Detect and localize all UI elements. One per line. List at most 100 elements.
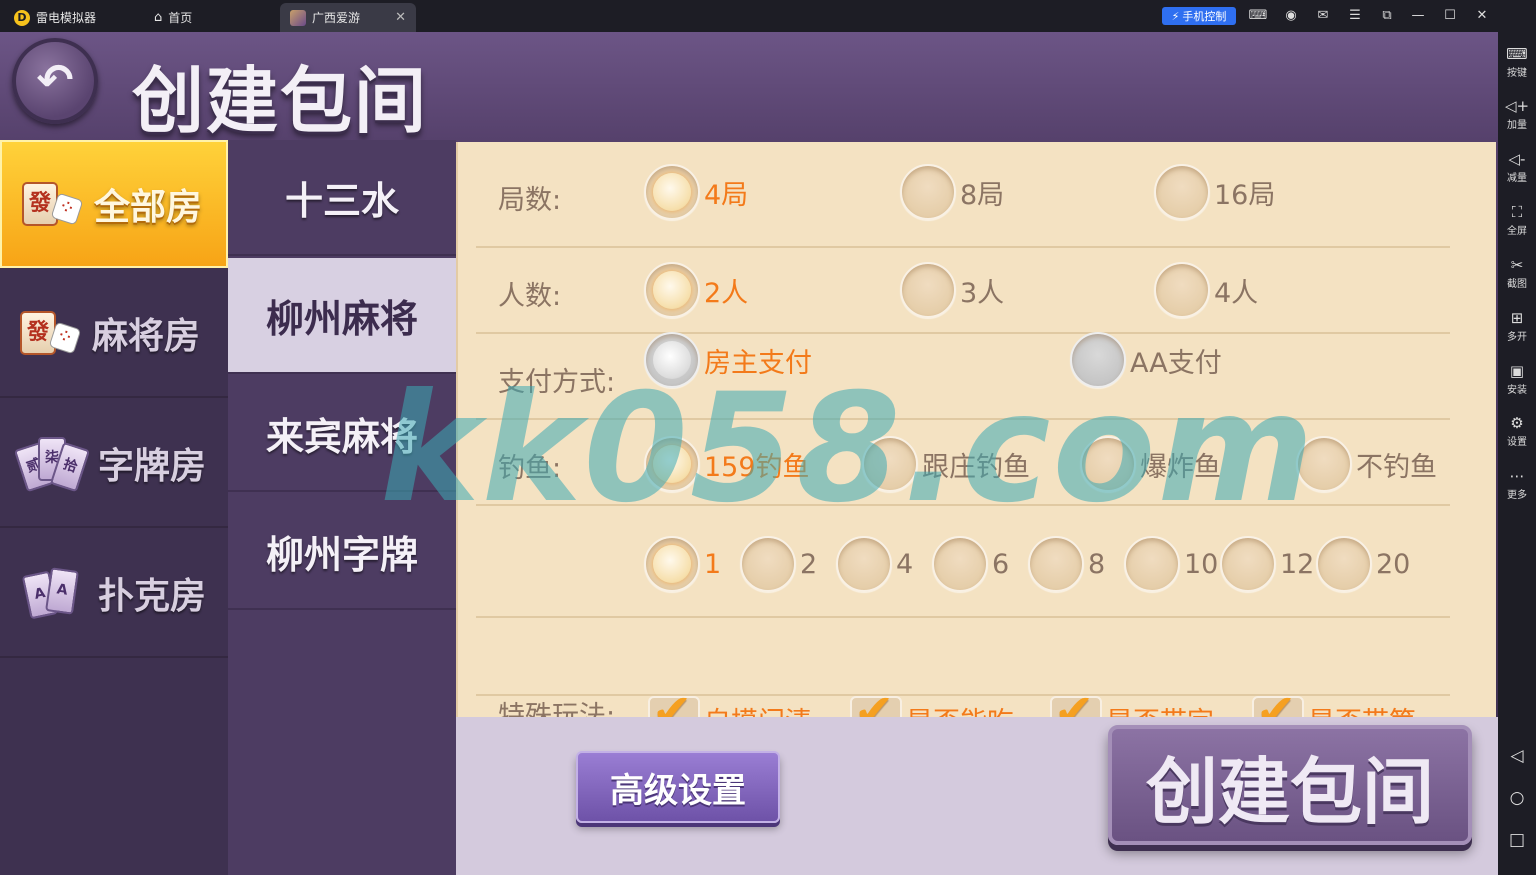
tab-game[interactable]: 广西爱游 ✕	[280, 3, 416, 32]
emulator-app-name: 雷电模拟器	[36, 11, 97, 25]
payment-option-host[interactable]: 房主支付	[644, 332, 812, 388]
more-icon: ⋯	[1509, 467, 1525, 485]
game-mode-list: 十三水 柳州麻将 来宾麻将 柳州字牌	[228, 140, 456, 875]
radio-unselected[interactable]	[932, 536, 988, 592]
tab-home-label: 首页	[168, 11, 193, 25]
category-all-rooms[interactable]: 發 全部房	[0, 140, 228, 268]
room-options-panel: 局数: 4局 8局 16局 人数: 2人 3人 4人 支付方式: 房主支付 AA…	[456, 142, 1496, 742]
radio-unselected[interactable]	[1154, 262, 1210, 318]
category-mahjong-rooms[interactable]: 發 麻将房	[0, 270, 228, 398]
scissors-icon: ✂	[1510, 256, 1524, 274]
fishing-row: 钓鱼: 159钓鱼 跟庄钓鱼 爆炸鱼 不钓鱼	[476, 422, 1450, 506]
keyboard-icon: ⌨	[1506, 45, 1528, 63]
radio-unselected[interactable]	[1070, 332, 1126, 388]
fish-count-option[interactable]: 6	[932, 536, 1009, 592]
restore-window-icon[interactable]: ⧉	[1377, 6, 1397, 26]
apk-icon: ▣	[1509, 362, 1525, 380]
fishing-option-159[interactable]: 159钓鱼	[644, 436, 810, 492]
mode-liuzhou-zipai[interactable]: 柳州字牌	[228, 494, 456, 610]
rounds-label: 局数:	[498, 185, 562, 216]
radio-unselected[interactable]	[862, 436, 918, 492]
players-option-2[interactable]: 2人	[644, 262, 748, 318]
fish-count-option[interactable]: 12	[1220, 536, 1314, 592]
radio-selected[interactable]	[644, 536, 700, 592]
fish-count-option[interactable]: 8	[1028, 536, 1105, 592]
sidebar-item-screenshot[interactable]: ✂ 截图	[1498, 255, 1536, 290]
phone-control-button[interactable]: ⚡ 手机控制	[1162, 7, 1236, 25]
fishing-label: 钓鱼:	[498, 453, 562, 484]
sidebar-item-volume-down[interactable]: ◁- 减量	[1498, 149, 1536, 184]
fish-count-option[interactable]: 2	[740, 536, 817, 592]
radio-unselected[interactable]	[836, 536, 892, 592]
radio-selected[interactable]	[644, 436, 700, 492]
radio-selected[interactable]	[644, 164, 700, 220]
rounds-row: 局数: 4局 8局 16局	[476, 142, 1450, 248]
nav-home-icon[interactable]: ○	[1498, 788, 1536, 808]
radio-selected[interactable]	[644, 262, 700, 318]
rounds-option-4[interactable]: 4局	[644, 164, 748, 220]
sidebar-item-more[interactable]: ⋯ 更多	[1498, 466, 1536, 501]
nav-recents-icon[interactable]: □	[1498, 830, 1536, 850]
nav-back-icon[interactable]: ◁	[1498, 746, 1536, 766]
user-icon[interactable]: ◉	[1281, 6, 1301, 26]
sidebar-item-settings[interactable]: ⚙ 设置	[1498, 413, 1536, 448]
gamepad-icon[interactable]: ⌨	[1248, 6, 1268, 26]
category-zipai-rooms[interactable]: 贰 柒 拾 字牌房	[0, 400, 228, 528]
sidebar-item-fullscreen[interactable]: ⛶ 全屏	[1498, 202, 1536, 237]
tab-home[interactable]: ⌂ 首页	[144, 3, 274, 32]
close-window-icon[interactable]: ✕	[1472, 6, 1492, 26]
mahjong-tile-icon: 發	[20, 309, 82, 357]
menu-icon[interactable]: ☰	[1345, 6, 1365, 26]
mode-laibin-mahjong[interactable]: 来宾麻将	[228, 376, 456, 492]
mode-shisanshui[interactable]: 十三水	[228, 140, 456, 256]
category-label: 全部房	[94, 187, 203, 228]
radio-unselected[interactable]	[1080, 436, 1136, 492]
sidebar-item-keys[interactable]: ⌨ 按键	[1498, 44, 1536, 79]
players-option-4[interactable]: 4人	[1154, 262, 1258, 318]
radio-unselected[interactable]	[1154, 164, 1210, 220]
payment-option-aa[interactable]: AA支付	[1070, 332, 1222, 388]
back-button[interactable]: ↶	[12, 38, 98, 124]
radio-unselected[interactable]	[1220, 536, 1276, 592]
emulator-app-tab[interactable]: D 雷电模拟器	[4, 3, 140, 32]
radio-unselected[interactable]	[1296, 436, 1352, 492]
players-row: 人数: 2人 3人 4人	[476, 250, 1450, 334]
advanced-settings-button[interactable]: 高级设置	[576, 751, 780, 823]
fish-count-option[interactable]: 10	[1124, 536, 1218, 592]
sidebar-item-multi[interactable]: ⊞ 多开	[1498, 308, 1536, 343]
payment-row: 支付方式: 房主支付 AA支付	[476, 332, 1450, 420]
fish-count-option[interactable]: 4	[836, 536, 913, 592]
radio-selected[interactable]	[644, 332, 700, 388]
create-room-button[interactable]: 创建包间	[1108, 725, 1472, 845]
radio-unselected[interactable]	[740, 536, 796, 592]
fishing-option-follow-banker[interactable]: 跟庄钓鱼	[862, 436, 1030, 492]
category-poker-rooms[interactable]: A A 扑克房	[0, 530, 228, 658]
rounds-option-8[interactable]: 8局	[900, 164, 1004, 220]
settings-icon: ⚙	[1510, 414, 1524, 432]
fish-count-row: 1 2 4 6 8 10 12 20	[476, 508, 1450, 618]
radio-unselected[interactable]	[1028, 536, 1084, 592]
category-label: 麻将房	[92, 316, 201, 357]
volume-up-icon: ◁+	[1504, 97, 1530, 115]
sidebar-item-install[interactable]: ▣ 安装	[1498, 361, 1536, 396]
mail-icon[interactable]: ✉	[1313, 6, 1333, 26]
fish-count-option[interactable]: 1	[644, 536, 721, 592]
sidebar-item-volume-up[interactable]: ◁+ 加量	[1498, 96, 1536, 131]
radio-unselected[interactable]	[900, 164, 956, 220]
fishing-option-none[interactable]: 不钓鱼	[1296, 436, 1437, 492]
fishing-option-explosion[interactable]: 爆炸鱼	[1080, 436, 1221, 492]
mode-liuzhou-mahjong[interactable]: 柳州麻将	[228, 258, 456, 374]
emulator-titlebar: D 雷电模拟器 ⌂ 首页 广西爱游 ✕ ⚡ 手机控制 ⌨ ◉ ✉ ☰ ⧉ — ☐…	[0, 0, 1536, 32]
maximize-icon[interactable]: ☐	[1440, 6, 1460, 26]
players-option-3[interactable]: 3人	[900, 262, 1004, 318]
phone-control-label: 手机控制	[1182, 10, 1227, 23]
radio-unselected[interactable]	[1316, 536, 1372, 592]
game-viewport: ↶ 创建包间 發 全部房 發 麻将房 贰 柒 拾 字牌房	[0, 32, 1498, 875]
close-tab-icon[interactable]: ✕	[395, 10, 406, 25]
emulator-sidebar: ⌨ 按键 ◁+ 加量 ◁- 减量 ⛶ 全屏 ✂ 截图 ⊞ 多开 ▣ 安装 ⚙ 设…	[1498, 32, 1536, 875]
rounds-option-16[interactable]: 16局	[1154, 164, 1275, 220]
radio-unselected[interactable]	[900, 262, 956, 318]
fish-count-option[interactable]: 20	[1316, 536, 1410, 592]
minimize-icon[interactable]: —	[1408, 6, 1428, 26]
radio-unselected[interactable]	[1124, 536, 1180, 592]
